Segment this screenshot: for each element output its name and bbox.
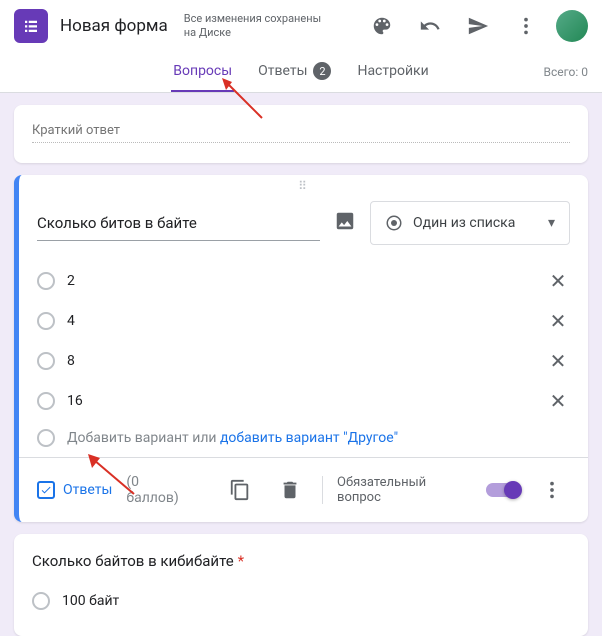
option-row: 4✕ <box>37 301 570 341</box>
remove-option-icon[interactable]: ✕ <box>546 349 570 373</box>
required-star: * <box>238 552 244 570</box>
check-icon <box>37 481 55 499</box>
radio-icon[interactable] <box>32 592 50 610</box>
radio-icon <box>37 429 55 447</box>
forms-logo <box>14 9 48 43</box>
question-type-select[interactable]: Один из списка ▾ <box>370 201 570 245</box>
description-card <box>14 105 588 163</box>
remove-option-icon[interactable]: ✕ <box>546 269 570 293</box>
remove-option-icon[interactable]: ✕ <box>546 389 570 413</box>
answers-badge: 2 <box>313 62 331 80</box>
tab-answers[interactable]: Ответы2 <box>256 52 333 92</box>
required-label: Обязательный вопрос <box>337 475 472 505</box>
tab-settings[interactable]: Настройки <box>355 52 430 92</box>
option-row: 8✕ <box>37 341 570 381</box>
add-option[interactable]: Добавить вариант <box>67 430 189 446</box>
undo-icon[interactable] <box>412 8 448 44</box>
question-input[interactable] <box>37 206 320 241</box>
question-more-icon[interactable] <box>534 472 570 508</box>
remove-option-icon[interactable]: ✕ <box>546 309 570 333</box>
options-list: 2✕ 4✕ 8✕ 16✕ Добавить вариант или добави… <box>19 255 588 457</box>
radio-icon <box>37 392 55 410</box>
radio-icon <box>37 352 55 370</box>
short-answer-input[interactable] <box>32 119 570 143</box>
total-label: Всего: 0 <box>543 65 588 79</box>
option-row: 100 байт <box>32 584 570 618</box>
points-label: (0 баллов) <box>126 474 194 506</box>
question-card-2: Сколько байтов в кибибайте* 100 байт <box>14 534 588 636</box>
tab-questions[interactable]: Вопросы <box>171 52 234 92</box>
palette-icon[interactable] <box>364 8 400 44</box>
drag-handle-icon[interactable]: ⠿ <box>19 175 588 197</box>
more-icon[interactable] <box>508 8 544 44</box>
question-title: Сколько байтов в кибибайте* <box>32 552 570 570</box>
delete-icon[interactable] <box>272 472 308 508</box>
save-status: Все изменения сохраненына Диске <box>184 12 321 41</box>
question-card: ⠿ Один из списка ▾ 2✕ 4✕ 8✕ 16✕ Добавить… <box>14 175 588 522</box>
option-row: 2✕ <box>37 261 570 301</box>
add-other-option[interactable]: добавить вариант "Другое" <box>220 430 398 446</box>
add-option-row: Добавить вариант или добавить вариант "Д… <box>37 421 570 455</box>
copy-icon[interactable] <box>222 472 258 508</box>
form-title[interactable]: Новая форма <box>60 16 168 36</box>
option-row: 16✕ <box>37 381 570 421</box>
image-icon[interactable] <box>334 210 356 236</box>
send-icon[interactable] <box>460 8 496 44</box>
radio-icon <box>37 312 55 330</box>
radio-icon <box>385 214 403 232</box>
radio-icon <box>37 272 55 290</box>
answers-button[interactable]: Ответы <box>37 481 112 499</box>
required-toggle[interactable] <box>486 483 520 497</box>
chevron-down-icon: ▾ <box>548 215 555 231</box>
avatar[interactable] <box>556 10 588 42</box>
